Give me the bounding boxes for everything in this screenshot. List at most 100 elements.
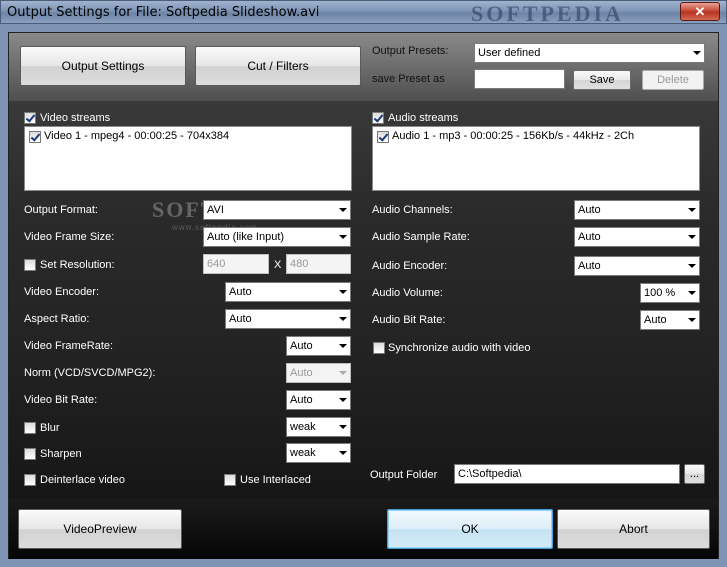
output-folder-label: Output Folder <box>370 469 438 481</box>
deinterlace-checkbox[interactable] <box>24 474 36 486</box>
chevron-down-icon <box>339 451 347 455</box>
save-preset-button[interactable]: Save <box>573 70 631 90</box>
output-presets-select[interactable]: User defined <box>474 43 705 63</box>
frame-size-value: Auto (like Input) <box>207 231 285 243</box>
sharpen-select[interactable]: weak <box>286 443 351 463</box>
audio-sample-rate-label: Audio Sample Rate: <box>372 231 470 243</box>
audio-sample-rate-select[interactable]: Auto <box>574 227 700 247</box>
output-format-select[interactable]: AVI <box>203 200 351 220</box>
audio-channels-value: Auto <box>578 204 601 216</box>
output-settings-button[interactable]: Output Settings <box>20 46 186 86</box>
audio-encoder-value: Auto <box>578 260 601 272</box>
chevron-down-icon <box>693 51 701 55</box>
norm-value: Auto <box>290 367 313 379</box>
set-resolution-checkbox[interactable] <box>24 259 36 271</box>
video-framerate-select[interactable]: Auto <box>286 336 351 356</box>
chevron-down-icon <box>339 425 347 429</box>
window-frame: Output Settings Cut / Filters Output Pre… <box>0 24 727 567</box>
blur-value: weak <box>290 421 316 433</box>
browse-folder-button[interactable]: ... <box>684 464 705 484</box>
aspect-ratio-select[interactable]: Auto <box>225 309 351 329</box>
sync-audio-label: Synchronize audio with video <box>388 342 531 354</box>
video-preview-button[interactable]: VideoPreview <box>18 509 182 549</box>
chevron-down-icon <box>339 344 347 348</box>
chevron-down-icon <box>339 290 347 294</box>
video-bitrate-label: Video Bit Rate: <box>24 394 98 406</box>
resolution-separator: X <box>274 259 282 271</box>
chevron-down-icon <box>688 208 696 212</box>
audio-encoder-select[interactable]: Auto <box>574 256 700 276</box>
video-stream-item-checkbox[interactable] <box>29 131 41 143</box>
video-encoder-value: Auto <box>229 286 252 298</box>
chevron-down-icon <box>339 398 347 402</box>
output-format-value: AVI <box>207 204 224 216</box>
audio-streams-label: Audio streams <box>388 112 459 124</box>
video-bitrate-value: Auto <box>290 394 313 406</box>
frame-size-select[interactable]: Auto (like Input) <box>203 227 351 247</box>
save-preset-input[interactable] <box>474 69 565 89</box>
chevron-down-icon <box>688 318 696 322</box>
audio-streams-list[interactable]: Audio 1 - mp3 - 00:00:25 - 156Kb/s - 44k… <box>372 126 700 191</box>
resolution-height-input[interactable]: 480 <box>286 254 351 274</box>
close-button[interactable]: ✕ <box>680 2 720 21</box>
chevron-down-icon <box>688 264 696 268</box>
audio-stream-item-checkbox[interactable] <box>377 131 389 143</box>
sharpen-label: Sharpen <box>40 448 82 460</box>
frame-size-label: Video Frame Size: <box>24 231 115 243</box>
audio-bitrate-select[interactable]: Auto <box>640 310 700 330</box>
output-presets-label: Output Presets: <box>372 45 449 57</box>
abort-button[interactable]: Abort <box>557 509 710 549</box>
title-bar: Output Settings for File: Softpedia Slid… <box>0 0 727 26</box>
output-presets-value: User defined <box>478 47 541 59</box>
video-framerate-value: Auto <box>290 340 313 352</box>
audio-bitrate-value: Auto <box>644 314 667 326</box>
cut-filters-button[interactable]: Cut / Filters <box>195 46 361 86</box>
video-streams-checkbox[interactable] <box>24 112 36 124</box>
video-encoder-select[interactable]: Auto <box>225 282 351 302</box>
output-format-label: Output Format: <box>24 204 98 216</box>
ok-button[interactable]: OK <box>387 509 553 549</box>
audio-streams-checkbox[interactable] <box>372 112 384 124</box>
video-streams-label: Video streams <box>40 112 111 124</box>
use-interlaced-checkbox[interactable] <box>224 474 236 486</box>
video-encoder-label: Video Encoder: <box>24 286 100 298</box>
chevron-down-icon <box>339 235 347 239</box>
video-bitrate-select[interactable]: Auto <box>286 390 351 410</box>
audio-encoder-label: Audio Encoder: <box>372 260 448 272</box>
sharpen-checkbox[interactable] <box>24 448 36 460</box>
aspect-ratio-value: Auto <box>229 313 252 325</box>
window-title: Output Settings for File: Softpedia Slid… <box>7 5 320 20</box>
delete-preset-button[interactable]: Delete <box>642 70 704 90</box>
audio-channels-label: Audio Channels: <box>372 204 453 216</box>
video-streams-list[interactable]: Video 1 - mpeg4 - 00:00:25 - 704x384 <box>24 126 352 191</box>
dialog-body: Output Settings Cut / Filters Output Pre… <box>8 32 719 559</box>
norm-select[interactable]: Auto <box>286 363 351 383</box>
chevron-down-icon <box>688 235 696 239</box>
sharpen-value: weak <box>290 447 316 459</box>
save-preset-label: save Preset as <box>372 73 445 85</box>
video-stream-item[interactable]: Video 1 - mpeg4 - 00:00:25 - 704x384 <box>44 130 229 142</box>
set-resolution-label: Set Resolution: <box>40 259 115 271</box>
use-interlaced-label: Use Interlaced <box>240 474 311 486</box>
sync-audio-checkbox[interactable] <box>373 342 385 354</box>
deinterlace-label: Deinterlace video <box>40 474 125 486</box>
blur-label: Blur <box>40 422 60 434</box>
audio-bitrate-label: Audio Bit Rate: <box>372 314 446 326</box>
audio-stream-item[interactable]: Audio 1 - mp3 - 00:00:25 - 156Kb/s - 44k… <box>392 130 634 142</box>
aspect-ratio-label: Aspect Ratio: <box>24 313 90 325</box>
audio-volume-select[interactable]: 100 % <box>640 283 700 303</box>
chevron-down-icon <box>339 371 347 375</box>
audio-channels-select[interactable]: Auto <box>574 200 700 220</box>
audio-volume-value: 100 % <box>644 287 676 299</box>
chevron-down-icon <box>339 208 347 212</box>
resolution-width-input[interactable]: 640 <box>203 254 269 274</box>
norm-label: Norm (VCD/SVCD/MPG2): <box>24 367 156 379</box>
blur-checkbox[interactable] <box>24 422 36 434</box>
audio-volume-label: Audio Volume: <box>372 287 443 299</box>
audio-sample-rate-value: Auto <box>578 231 601 243</box>
output-folder-input[interactable]: C:\Softpedia\ <box>454 464 680 484</box>
chevron-down-icon <box>688 291 696 295</box>
blur-select[interactable]: weak <box>286 417 351 437</box>
video-framerate-label: Video FrameRate: <box>24 340 114 352</box>
top-panel: Output Settings Cut / Filters Output Pre… <box>9 33 718 101</box>
